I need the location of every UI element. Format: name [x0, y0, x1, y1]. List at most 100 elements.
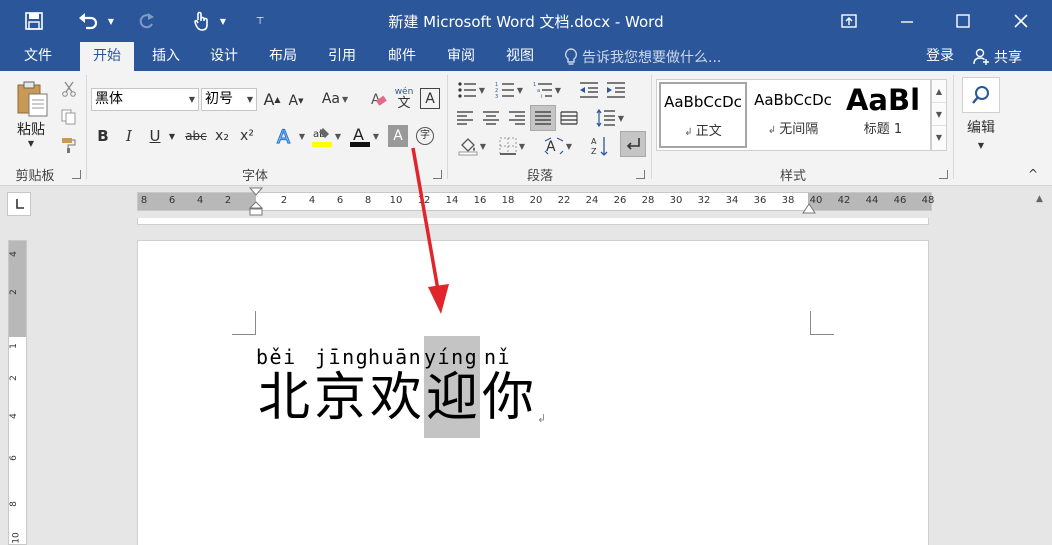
- tell-me-box[interactable]: 告诉我您想要做什么...: [564, 42, 721, 71]
- save-icon[interactable]: [20, 0, 48, 42]
- styles-scroll-down-icon[interactable]: ▼: [932, 103, 946, 126]
- minimize-button[interactable]: [884, 0, 930, 42]
- editing-button[interactable]: 编辑: [958, 117, 1004, 137]
- paste-button[interactable]: 粘贴: [12, 119, 50, 139]
- undo-dropdown-icon[interactable]: ▼: [104, 0, 118, 42]
- vertical-scrollbar[interactable]: ▲: [1031, 186, 1052, 545]
- character-border-button[interactable]: A: [420, 88, 440, 109]
- right-indent-marker[interactable]: [802, 203, 816, 215]
- shading-button[interactable]: ▼: [454, 133, 490, 159]
- line-spacing-button[interactable]: ▼: [592, 107, 628, 129]
- italic-button[interactable]: I: [120, 125, 138, 147]
- close-button[interactable]: [998, 0, 1044, 42]
- copy-icon[interactable]: [58, 107, 80, 127]
- phonetic-guide-char: 文: [397, 96, 411, 111]
- body-char[interactable]: 北: [258, 372, 310, 424]
- font-size-dropdown[interactable]: 初号 ▼: [201, 88, 257, 111]
- underline-dropdown-icon[interactable]: ▼: [166, 125, 178, 147]
- multilevel-list-button[interactable]: 1 a i ▼: [530, 79, 564, 101]
- touch-dropdown-icon[interactable]: ▼: [216, 0, 230, 42]
- share-button[interactable]: 共享: [972, 42, 1022, 71]
- sign-in-link[interactable]: 登录: [926, 42, 954, 70]
- justify-icon[interactable]: [530, 105, 556, 131]
- borders-button[interactable]: ▼: [494, 133, 530, 159]
- subscript-button[interactable]: x₂: [212, 125, 232, 147]
- chinese-layout-button[interactable]: A ▼: [540, 133, 576, 159]
- editing-dropdown-icon[interactable]: ▼: [975, 139, 987, 151]
- strikethrough-button[interactable]: abc: [184, 125, 208, 147]
- tab-references[interactable]: 引用: [318, 42, 366, 71]
- font-size-value: 初号: [205, 91, 233, 107]
- tab-layout[interactable]: 布局: [259, 42, 307, 71]
- clear-formatting-icon[interactable]: A: [366, 88, 390, 110]
- distributed-icon[interactable]: [558, 107, 580, 129]
- collapse-ribbon-icon[interactable]: ^: [1024, 167, 1042, 181]
- tab-file[interactable]: 文件: [12, 42, 64, 71]
- decrease-indent-icon[interactable]: [578, 79, 600, 101]
- styles-gallery: AaBbCcDc ↲ 正文 AaBbCcDc ↲ 无间隔 AaBl 标题 1: [656, 79, 931, 151]
- bold-button[interactable]: B: [94, 125, 112, 147]
- svg-text:1: 1: [533, 82, 536, 88]
- style-normal-preview: AaBbCcDc: [664, 93, 742, 111]
- svg-text:A: A: [546, 139, 556, 155]
- tab-review[interactable]: 审阅: [437, 42, 485, 71]
- style-heading-1[interactable]: AaBl 标题 1: [839, 82, 927, 148]
- touch-mode-icon[interactable]: [188, 0, 214, 42]
- customize-qat-icon[interactable]: ⊤: [252, 0, 268, 42]
- tab-insert[interactable]: 插入: [142, 42, 190, 71]
- tab-selector[interactable]: [7, 192, 31, 216]
- body-char[interactable]: 欢: [370, 372, 422, 424]
- style-no-spacing-name: 无间隔: [779, 122, 819, 137]
- styles-more-icon[interactable]: ▼: [932, 126, 946, 149]
- styles-scroll-up-icon[interactable]: ▲: [932, 80, 946, 103]
- tab-view[interactable]: 视图: [496, 42, 544, 71]
- style-no-spacing[interactable]: AaBbCcDc ↲ 无间隔: [749, 82, 837, 148]
- tab-home[interactable]: 开始: [80, 42, 134, 71]
- character-shading-button[interactable]: A: [388, 125, 408, 147]
- ribbon-display-options-icon[interactable]: [826, 0, 872, 42]
- tab-design[interactable]: 设计: [200, 42, 248, 71]
- font-name-dropdown[interactable]: 黑体 ▼: [91, 88, 199, 111]
- divider: [86, 75, 87, 179]
- ribbon-tabs: 文件 开始 插入 设计 布局 引用 邮件 审阅 视图 告诉我您想要做什么... …: [0, 42, 1052, 71]
- paste-dropdown-icon[interactable]: ▼: [24, 137, 38, 149]
- font-launcher-icon[interactable]: [433, 170, 442, 179]
- margin-corner-left: [232, 311, 256, 335]
- align-left-icon[interactable]: [454, 107, 476, 129]
- paste-icon[interactable]: [12, 77, 52, 119]
- phonetic-guide-button[interactable]: wén 文: [392, 85, 416, 113]
- paragraph-launcher-icon[interactable]: [636, 170, 645, 179]
- underline-button[interactable]: U: [146, 125, 164, 147]
- format-painter-icon[interactable]: [58, 135, 80, 155]
- style-no-spacing-preview: AaBbCcDc: [754, 91, 832, 109]
- body-char-selected[interactable]: 迎: [426, 372, 478, 424]
- body-char[interactable]: 你: [482, 372, 534, 424]
- increase-indent-icon[interactable]: [605, 79, 627, 101]
- clipboard-launcher-icon[interactable]: [72, 170, 81, 179]
- body-char[interactable]: 京: [314, 372, 366, 424]
- font-color-button[interactable]: A ▼: [346, 123, 382, 149]
- search-icon[interactable]: [962, 77, 1000, 113]
- tab-mailings[interactable]: 邮件: [378, 42, 426, 71]
- sort-icon[interactable]: AZ: [588, 133, 612, 159]
- align-right-icon[interactable]: [506, 107, 528, 129]
- numbering-button[interactable]: 1 2 3 ▼: [492, 79, 526, 101]
- shrink-font-icon[interactable]: A ▼: [286, 90, 306, 112]
- text-effects-button[interactable]: A ▼: [272, 123, 308, 149]
- superscript-button[interactable]: x²: [237, 125, 257, 147]
- undo-icon[interactable]: [74, 0, 102, 42]
- vertical-ruler[interactable]: 4 2 1 2 4 6 8 10: [8, 240, 27, 545]
- grow-font-icon[interactable]: A ▲: [262, 88, 282, 110]
- maximize-button[interactable]: [940, 0, 986, 42]
- bullets-button[interactable]: ▼: [454, 79, 488, 101]
- scroll-up-icon[interactable]: ▲: [1036, 194, 1043, 204]
- text-highlight-button[interactable]: ab ▼: [308, 123, 344, 149]
- cut-icon[interactable]: [58, 79, 80, 99]
- change-case-button[interactable]: Aa ▼: [318, 88, 352, 110]
- enclose-characters-button[interactable]: 字: [414, 125, 436, 147]
- indent-markers[interactable]: [248, 187, 264, 219]
- show-formatting-marks-icon[interactable]: [620, 131, 646, 157]
- align-center-icon[interactable]: [480, 107, 502, 129]
- style-normal[interactable]: AaBbCcDc ↲ 正文: [659, 82, 747, 148]
- styles-launcher-icon[interactable]: [939, 170, 948, 179]
